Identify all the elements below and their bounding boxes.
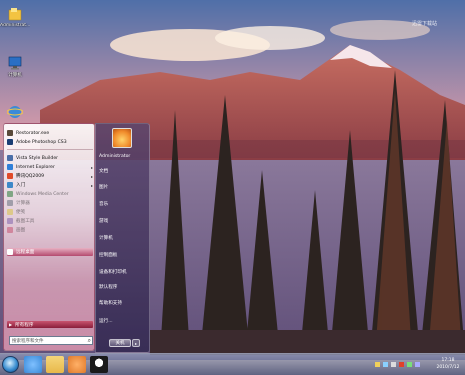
right-item-games[interactable]: 游戏 (99, 218, 108, 224)
menu-separator (7, 149, 93, 150)
tray-volume-icon[interactable] (391, 362, 396, 367)
qq-icon (7, 173, 13, 179)
search-programs-input[interactable]: 搜索程序和文件 ⌕ (9, 336, 93, 345)
program-item-paint[interactable]: 画图 (7, 226, 93, 234)
tray-network-icon[interactable] (383, 362, 388, 367)
computer-icon (8, 56, 22, 70)
tray-qq-icon[interactable] (399, 362, 404, 367)
administrator-folder-icon (8, 8, 22, 21)
right-item-run[interactable]: 运行... (99, 318, 113, 324)
desktop-icon-internet-explorer[interactable] (0, 104, 30, 120)
taskbar: 17:18 2010/7/12 (0, 353, 465, 375)
program-item-remote-desktop[interactable]: 远程桌面 (7, 248, 93, 256)
desktop-icon-label: 计算机 (8, 73, 22, 78)
program-item-restorator[interactable]: Restorator.exe (7, 129, 93, 137)
program-label: 远程桌面 (16, 250, 35, 255)
start-menu-programs-pane: Restorator.exe Adobe Photoshop CS3 Vista… (3, 123, 95, 351)
search-placeholder: 搜索程序和文件 (12, 338, 44, 344)
tray-flag-icon[interactable] (375, 362, 380, 367)
program-label: 计算器 (16, 201, 30, 206)
right-item-control-panel[interactable]: 控制面板 (99, 252, 117, 258)
paint-icon (7, 227, 13, 233)
media-center-icon (7, 191, 13, 197)
start-menu: Restorator.exe Adobe Photoshop CS3 Vista… (0, 123, 150, 353)
ie-icon (7, 106, 23, 118)
tray-app-icon[interactable] (407, 362, 412, 367)
desktop-icon-administrator[interactable]: Administrat... (0, 6, 30, 28)
clock-time: 17:18 (441, 358, 455, 363)
media-player-taskbar-icon[interactable] (68, 356, 86, 373)
all-programs-label: 所有程序 (15, 322, 34, 328)
program-label: Windows Media Center (16, 191, 69, 197)
explorer-taskbar-icon[interactable] (46, 356, 64, 373)
qq-taskbar-icon[interactable] (90, 356, 108, 373)
program-item-sticky-notes[interactable]: 便笺 (7, 208, 93, 216)
program-label: Restorator.exe (16, 130, 50, 136)
program-label: Adobe Photoshop CS3 (16, 139, 67, 145)
program-label: Internet Explorer (16, 164, 55, 170)
program-item-media-center[interactable]: Windows Media Center (7, 190, 93, 198)
start-menu-right-pane: Administrator 文档 图片 音乐 游戏 计算机 控制面板 设备和打印… (95, 123, 150, 353)
program-label: 入门 (16, 183, 26, 188)
right-item-devices-printers[interactable]: 设备和打印机 (99, 269, 127, 275)
right-item-default-programs[interactable]: 默认程序 (99, 284, 117, 290)
right-item-pictures[interactable]: 图片 (99, 184, 108, 190)
right-item-documents[interactable]: 文档 (99, 168, 108, 174)
internet-explorer-icon (7, 164, 13, 170)
program-item-vista-style-builder[interactable]: Vista Style Builder (7, 154, 93, 162)
program-label: 便笺 (16, 210, 26, 215)
getting-started-icon (7, 182, 13, 188)
photoshop-icon (7, 139, 13, 145)
clock-date: 2010/7/12 (436, 365, 460, 370)
program-label: Vista Style Builder (16, 155, 59, 161)
user-avatar[interactable] (112, 128, 132, 148)
sticky-notes-icon (7, 209, 13, 215)
search-icon: ⌕ (87, 336, 91, 344)
chevron-right-icon: ▸ (90, 182, 93, 188)
right-item-music[interactable]: 音乐 (99, 201, 108, 207)
program-label: 画图 (16, 228, 26, 233)
program-item-internet-explorer[interactable]: Internet Explorer ▸ (7, 163, 93, 171)
triangle-right-icon: ▶ (9, 322, 13, 327)
chevron-right-icon: ▸ (90, 173, 93, 179)
tray-keyboard-icon[interactable] (415, 362, 420, 367)
shutdown-options-button[interactable]: ▸ (132, 339, 140, 347)
remote-desktop-icon (7, 249, 13, 255)
restorator-icon (7, 130, 13, 136)
program-item-qq[interactable]: 腾讯QQ2009 ▸ (7, 172, 93, 180)
user-name-link[interactable]: Administrator (99, 154, 130, 159)
program-label: 腾讯QQ2009 (16, 174, 45, 179)
taskbar-clock[interactable]: 17:18 2010/7/12 (433, 357, 463, 371)
right-item-help-support[interactable]: 帮助和支持 (99, 300, 122, 306)
watermark-text: 迅雷下载站 (412, 21, 438, 27)
desktop-icon-label: Administrat... (0, 23, 30, 28)
program-item-getting-started[interactable]: 入门 ▸ (7, 181, 93, 189)
program-item-snipping-tool[interactable]: 截图工具 (7, 217, 93, 225)
all-programs-button[interactable]: ▶ 所有程序 (7, 321, 93, 328)
shutdown-button[interactable]: 关机 (109, 339, 131, 347)
right-item-computer[interactable]: 计算机 (99, 235, 113, 241)
program-item-calculator[interactable]: 计算器 (7, 199, 93, 207)
ie-taskbar-icon[interactable] (24, 356, 42, 373)
snipping-tool-icon (7, 218, 13, 224)
start-button[interactable] (2, 356, 19, 373)
program-label: 截图工具 (16, 219, 35, 224)
vista-style-builder-icon (7, 155, 13, 161)
program-item-photoshop[interactable]: Adobe Photoshop CS3 (7, 138, 93, 146)
chevron-right-icon: ▸ (90, 164, 93, 170)
desktop-icon-computer[interactable]: 计算机 (0, 55, 30, 78)
calculator-icon (7, 200, 13, 206)
